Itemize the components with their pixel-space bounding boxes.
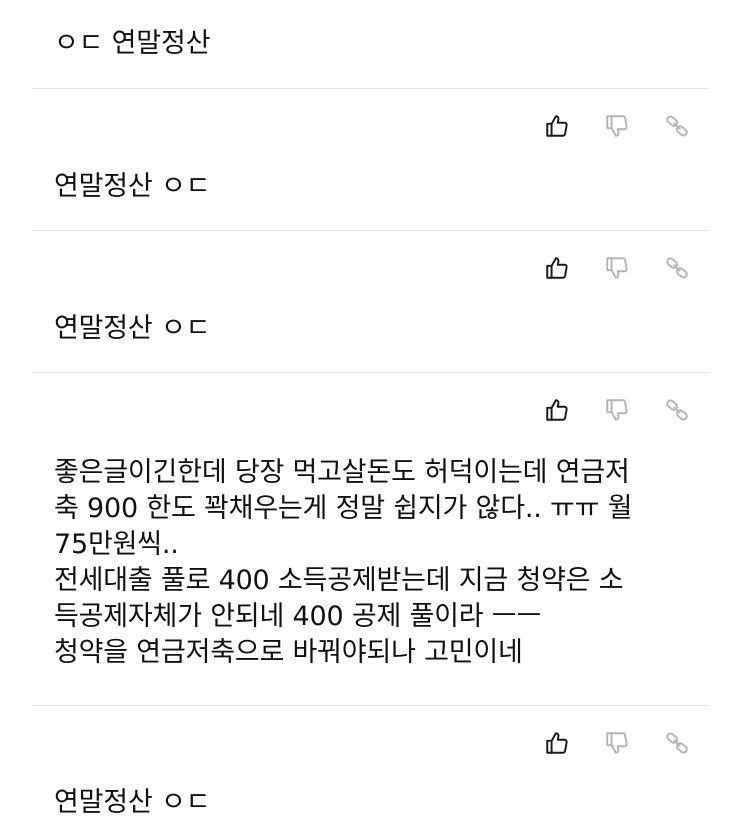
comment-actions (542, 394, 692, 426)
thumbs-up-icon (546, 732, 568, 754)
share-link-button[interactable] (662, 111, 692, 141)
like-button[interactable] (542, 253, 572, 283)
comment-actions (542, 110, 692, 142)
divider (32, 88, 709, 89)
dislike-button[interactable] (602, 395, 632, 425)
divider (32, 230, 709, 231)
share-link-button[interactable] (662, 728, 692, 758)
share-link-button[interactable] (662, 253, 692, 283)
comment-actions (542, 727, 692, 759)
dislike-button[interactable] (602, 728, 632, 758)
dislike-button[interactable] (602, 111, 632, 141)
comment-text: 연말정산 ㅇㄷ (54, 787, 211, 818)
divider (32, 705, 709, 706)
thumbs-up-icon (546, 257, 568, 279)
thumbs-down-icon (606, 732, 628, 754)
comment-text: 연말정산 ㅇㄷ (54, 313, 211, 344)
link-icon (666, 257, 688, 279)
share-link-button[interactable] (662, 395, 692, 425)
link-icon (666, 399, 688, 421)
dislike-button[interactable] (602, 253, 632, 283)
comment-list: ㅇㄷ 연말정산 연말정산 ㅇㄷ 연말정산 ㅇㄷ 좋은글이긴한데 당장 먹고살돈도… (0, 0, 740, 822)
thumbs-up-icon (546, 115, 568, 137)
divider (32, 372, 709, 373)
link-icon (666, 732, 688, 754)
comment-text: ㅇㄷ 연말정산 (54, 28, 211, 59)
comment-text: 좋은글이긴한데 당장 먹고살돈도 허덕이는데 연금저 축 900 한도 꽉채우는… (54, 457, 633, 668)
thumbs-down-icon (606, 257, 628, 279)
like-button[interactable] (542, 728, 572, 758)
thumbs-down-icon (606, 115, 628, 137)
link-icon (666, 115, 688, 137)
like-button[interactable] (542, 395, 572, 425)
comment-actions (542, 252, 692, 284)
like-button[interactable] (542, 111, 572, 141)
thumbs-down-icon (606, 399, 628, 421)
thumbs-up-icon (546, 399, 568, 421)
comment-text: 연말정산 ㅇㄷ (54, 171, 211, 202)
